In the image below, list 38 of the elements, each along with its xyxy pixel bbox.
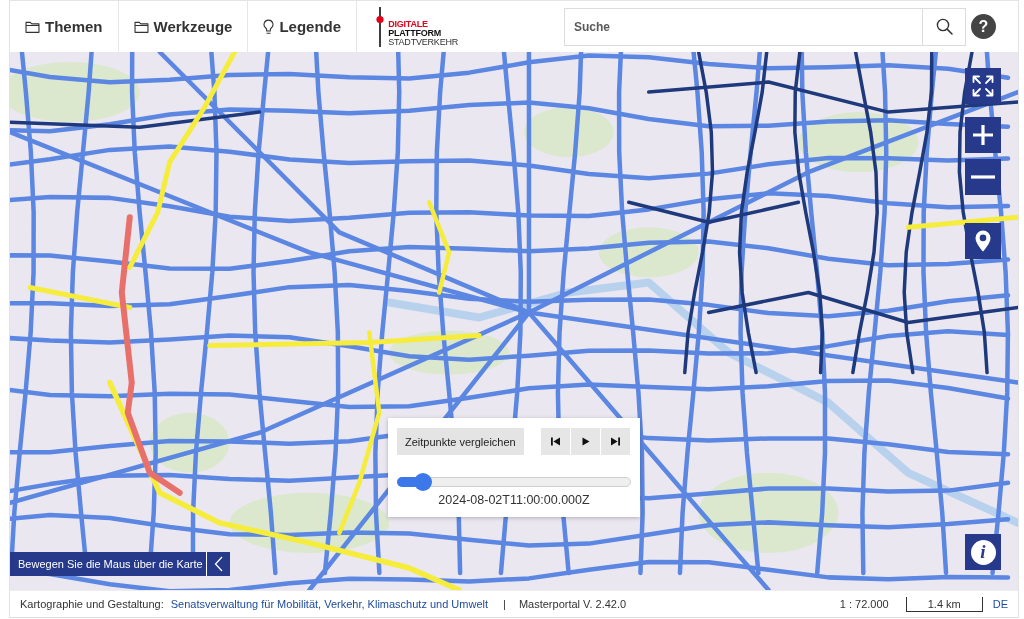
skip-back-button[interactable]: [541, 428, 570, 455]
scale-bar: 1.4 km: [905, 596, 983, 612]
play-button[interactable]: [571, 428, 600, 455]
compare-button[interactable]: Zeitpunkte vergleichen: [397, 428, 524, 455]
version-text: Masterportal V. 2.42.0: [518, 598, 627, 610]
locate-button[interactable]: [965, 223, 1001, 259]
info-button[interactable]: i: [965, 534, 1001, 570]
skip-forward-icon: [611, 437, 620, 446]
fullscreen-button[interactable]: [965, 68, 1001, 104]
credit-link[interactable]: Senatsverwaltung für Mobilität, Verkehr, Klimaschutz und Umwelt: [170, 598, 489, 610]
separator-text: |: [503, 598, 506, 610]
logo-mark-icon: [375, 6, 386, 47]
fullscreen-icon: [971, 74, 995, 98]
search-icon: [935, 18, 953, 35]
mouse-position-display: Bewegen Sie die Maus über die Karte: [10, 552, 206, 576]
skip-back-icon: [551, 437, 560, 446]
search-button[interactable]: [923, 7, 966, 46]
location-pin-icon: [975, 230, 991, 252]
time-slider[interactable]: [397, 473, 631, 491]
play-icon: [581, 437, 590, 446]
timestamp-text: 2024-08-02T11:00:00.000Z: [437, 493, 591, 507]
folder-icon: [133, 20, 149, 33]
logo-text: DIGITALE PLATTFORM STADTVERKEHR: [388, 20, 459, 47]
language-link[interactable]: DE: [992, 598, 1008, 610]
zoom-out-button[interactable]: [965, 159, 1001, 195]
skip-forward-button[interactable]: [601, 428, 630, 455]
help-button[interactable]: ?: [971, 14, 996, 39]
credit-label: Kartographie und Gestaltung:: [20, 598, 164, 610]
plus-icon: [971, 123, 995, 147]
search-field[interactable]: Suche: [564, 7, 923, 46]
chevron-left-icon: [214, 556, 223, 572]
collapse-button[interactable]: [206, 552, 230, 576]
slider-thumb[interactable]: [413, 473, 432, 491]
zoom-in-button[interactable]: [965, 117, 1001, 153]
minus-icon: [971, 175, 995, 179]
scale-text: 1 : 72.000: [839, 598, 889, 610]
folder-icon: [25, 20, 40, 33]
lightbulb-icon: [263, 18, 275, 35]
